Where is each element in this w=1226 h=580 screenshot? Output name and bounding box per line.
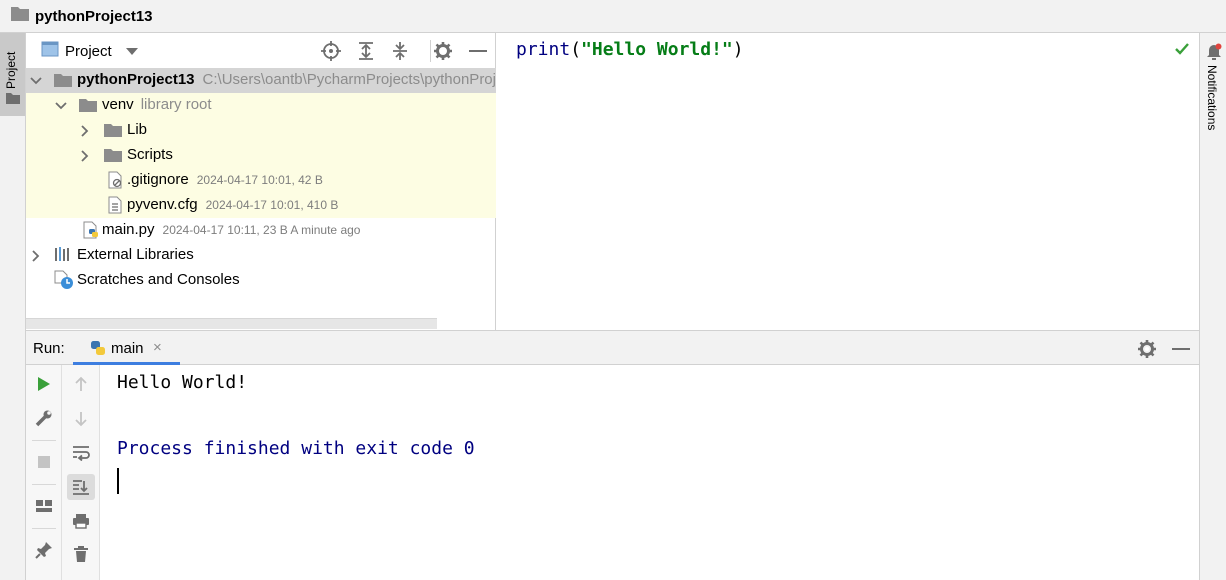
toolbar-divider	[430, 40, 431, 62]
chevron-right-icon[interactable]	[79, 149, 91, 162]
soft-wrap-icon[interactable]	[70, 442, 92, 464]
run-toolbar-primary	[26, 365, 62, 580]
close-icon[interactable]: ×	[153, 339, 162, 356]
folder-icon	[6, 91, 20, 109]
run-console[interactable]: Hello World! Process finished with exit …	[100, 365, 1199, 580]
check-icon[interactable]	[1175, 42, 1189, 60]
run-panel-header: Run: main ×	[26, 330, 1199, 365]
library-root-hint: library root	[140, 96, 212, 113]
tree-item-venv[interactable]: venv library root	[26, 93, 496, 118]
tree-item-project-root[interactable]: pythonProject13 C:\Users\oantb\PycharmPro…	[26, 68, 496, 93]
code-string: "Hello World!"	[581, 39, 733, 60]
hide-panel-icon[interactable]	[1171, 339, 1191, 359]
stop-icon[interactable]	[33, 451, 55, 473]
code-editor[interactable]: print("Hello World!")	[496, 33, 1199, 330]
text-caret	[117, 468, 119, 494]
folder-icon	[54, 72, 72, 88]
chevron-down-icon[interactable]	[55, 99, 67, 111]
tree-item-label: pyvenv.cfg	[127, 196, 198, 213]
chevron-down-icon	[125, 43, 138, 60]
arrow-up-icon[interactable]	[70, 373, 92, 395]
notifications-tab-label[interactable]: Notifications	[1205, 65, 1219, 130]
chevron-right-icon[interactable]	[30, 249, 42, 262]
folder-icon	[104, 122, 122, 138]
tree-item-external-libraries[interactable]: External Libraries	[26, 243, 496, 268]
rerun-icon[interactable]	[33, 373, 55, 395]
project-view-label: Project	[65, 42, 112, 60]
title-bar: pythonProject13	[0, 0, 1226, 33]
python-file-icon	[83, 221, 101, 239]
run-tab-main[interactable]: main ×	[73, 331, 180, 365]
tree-item-lib[interactable]: Lib	[26, 118, 496, 143]
collapse-all-icon[interactable]	[390, 41, 410, 61]
project-path: C:\Users\oantb\PycharmProjects\pythonPro…	[202, 71, 496, 88]
code-paren-open: (	[570, 39, 582, 60]
tree-item-label: Scripts	[127, 146, 173, 163]
console-output-line: Hello World!	[117, 372, 248, 393]
project-tab-label: Project	[4, 51, 18, 89]
right-tool-strip: Notifications	[1199, 33, 1226, 580]
toolbar-divider	[32, 528, 56, 529]
folder-icon	[79, 97, 97, 113]
tree-item-label: main.py	[102, 221, 155, 238]
tree-item-scratches[interactable]: Scratches and Consoles	[26, 268, 496, 293]
code-function: print	[516, 39, 571, 60]
chevron-down-icon[interactable]	[30, 74, 42, 86]
tree-item-label: Lib	[127, 121, 148, 138]
locate-target-icon[interactable]	[321, 41, 341, 61]
trash-icon[interactable]	[70, 543, 92, 565]
hide-panel-icon[interactable]	[468, 41, 488, 61]
project-view-selector[interactable]: Project	[41, 41, 138, 61]
arrow-down-icon[interactable]	[70, 408, 92, 430]
ignore-file-icon	[108, 171, 126, 189]
wrench-icon[interactable]	[33, 407, 55, 429]
tree-item-label: Scratches and Consoles	[77, 271, 240, 288]
toolbar-divider	[32, 440, 56, 441]
scratches-icon	[54, 270, 73, 289]
run-label: Run:	[33, 340, 65, 357]
left-tool-strip: Project	[0, 33, 26, 580]
gear-icon[interactable]	[1137, 339, 1157, 359]
project-toolbar: Project	[26, 33, 496, 68]
python-icon	[89, 339, 107, 362]
layout-icon[interactable]	[33, 495, 55, 517]
library-icon	[54, 246, 72, 262]
chevron-right-icon[interactable]	[79, 124, 91, 137]
print-icon[interactable]	[70, 510, 92, 532]
tree-item-label: .gitignore	[127, 171, 189, 188]
project-view-icon	[41, 41, 59, 61]
folder-icon	[104, 147, 122, 163]
folder-icon	[11, 6, 29, 26]
toolbar-divider	[32, 484, 56, 485]
pin-icon[interactable]	[33, 539, 55, 561]
project-panel: Project pythonProject13 C:\Users\oantb\P…	[26, 33, 496, 330]
code-line: print("Hello World!")	[516, 39, 744, 60]
code-paren-close: )	[732, 39, 744, 60]
project-tool-tab[interactable]: Project	[0, 33, 25, 116]
text-file-icon	[108, 196, 126, 214]
run-toolbar-secondary	[62, 365, 100, 580]
scroll-to-end-icon[interactable]	[67, 474, 95, 500]
tree-item-pyvenv-cfg[interactable]: pyvenv.cfg 2024-04-17 10:01, 410 B	[26, 193, 496, 218]
notifications-bell-icon[interactable]	[1206, 43, 1222, 66]
gear-icon[interactable]	[433, 41, 453, 61]
tree-item-gitignore[interactable]: .gitignore 2024-04-17 10:01, 42 B	[26, 168, 496, 193]
file-meta: 2024-04-17 10:01, 410 B	[205, 198, 339, 212]
tree-item-scripts[interactable]: Scripts	[26, 143, 496, 168]
horizontal-scrollbar[interactable]	[26, 318, 437, 329]
tree-item-label: External Libraries	[77, 246, 194, 263]
file-meta: 2024-04-17 10:01, 42 B	[196, 173, 323, 187]
window-title: pythonProject13	[35, 7, 153, 25]
expand-all-icon[interactable]	[356, 41, 376, 61]
tree-item-label: pythonProject13	[77, 71, 195, 88]
run-tab-label: main	[111, 340, 144, 357]
tree-item-main-py[interactable]: main.py 2024-04-17 10:11, 23 B A minute a…	[26, 218, 496, 243]
console-exit-message: Process finished with exit code 0	[117, 438, 475, 459]
file-meta: 2024-04-17 10:11, 23 B A minute ago	[162, 223, 361, 237]
tree-item-label: venv	[102, 96, 134, 113]
